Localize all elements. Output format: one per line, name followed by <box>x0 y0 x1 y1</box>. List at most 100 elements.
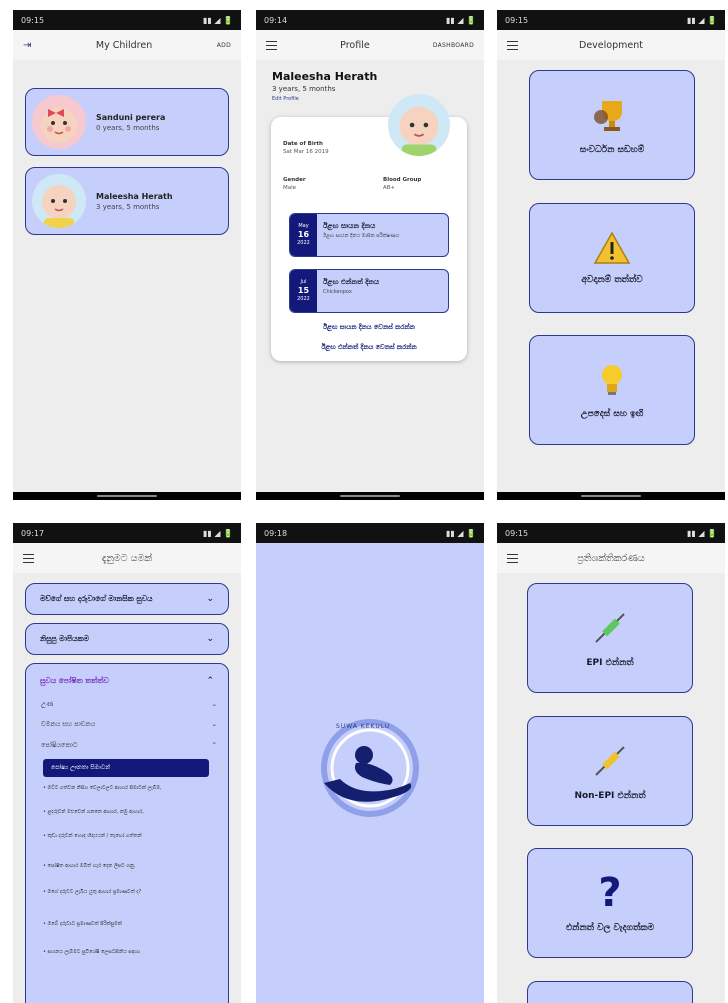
status-time: 09:18 <box>264 528 288 538</box>
tile-label: උපදෙස් සහ ඉඟි <box>580 409 644 419</box>
warning-icon <box>593 231 631 264</box>
baby-boy-icon <box>42 185 76 228</box>
screen-my-children: 09:15 ▮▮ ◢ 🔋 ⇥ My Children ADD Sanduni p… <box>13 10 241 500</box>
child-card[interactable]: Sanduni perera 0 years, 5 months <box>25 88 229 156</box>
child-name: Sanduni perera <box>96 112 166 122</box>
chevron-down-icon: ⌄ <box>206 594 214 604</box>
dob-label: Date of Birth <box>283 141 323 147</box>
app-bar: දැනුමට යමක් <box>13 543 241 573</box>
blood-value: AB+ <box>383 185 396 191</box>
avatar <box>388 94 450 156</box>
baby-girl-icon <box>41 107 77 143</box>
profile-card: Date of Birth Sat Mar 16 2019 Gender Mal… <box>271 117 467 361</box>
gender-value: Male <box>283 185 297 191</box>
menu-icon[interactable] <box>266 40 277 50</box>
profile-name: Maleesha Herath <box>272 70 378 83</box>
menu-icon[interactable] <box>23 553 34 563</box>
page-title: Development <box>579 39 643 51</box>
tip-text: • මව්ට ගත්වන නිසිග වෙලාවලට ආහාර සීමාවක් … <box>43 785 162 791</box>
accordion-mental-health[interactable]: මව්ගේ සහ දරුවාගේ මානසික සුවය ⌄ <box>25 583 229 615</box>
edit-profile-link[interactable]: Edit Profile <box>272 96 299 102</box>
avatar <box>32 174 86 228</box>
tile-label: සංවර්ධන සඩහම් <box>579 145 645 155</box>
gender-label: Gender <box>283 177 306 183</box>
status-bar: 09:17 ▮▮ ◢ 🔋 <box>13 523 241 543</box>
event-subtitle: Chickenpox <box>323 289 352 295</box>
page-title: ප්‍රතිශක්තිකරණය <box>577 552 645 564</box>
chevron-down-icon: ⌄ <box>211 720 217 728</box>
app-bar: ⇥ My Children ADD <box>13 30 241 60</box>
tile-label: Non-EPI එන්නත් <box>574 791 646 801</box>
baby-boy-icon <box>399 106 439 156</box>
syringe-yellow-icon <box>595 746 625 776</box>
highlight-banner: පෝෂ්‍ය ඌනතා සිමාවන් <box>43 759 209 777</box>
change-clinic-date-link[interactable]: ඊළඟ සායන දිනය වෙනස් කරන්න <box>271 323 467 332</box>
chevron-down-icon: ⌄ <box>206 634 214 644</box>
subitem-nutrition[interactable]: පෝෂියකොට ⌃ <box>41 741 217 750</box>
profile-age: 3 years, 5 months <box>272 85 336 93</box>
menu-icon[interactable] <box>507 553 518 563</box>
status-bar: 09:15 ▮▮ ◢ 🔋 <box>497 10 725 30</box>
accordion-parenting[interactable]: නිසුපු මාපියකම ⌄ <box>25 623 229 655</box>
tip-text: • පෝෂිත ආහාර ඔබිත් හැර දෙන ලිපට ගනු, <box>43 863 136 869</box>
dob-value: Sat Mar 16 2019 <box>283 149 329 155</box>
vaccine-importance-tile[interactable]: ? එන්නත් වල වැදගත්කම <box>527 848 693 958</box>
chevron-up-icon: ⌃ <box>211 741 217 749</box>
child-age: 3 years, 5 months <box>96 202 160 211</box>
screen-profile: 09:14 ▮▮ ◢ 🔋 Profile DASHBOARD Maleesha … <box>256 10 484 500</box>
vaccine-date-card[interactable]: Jul 15 2022 ඊළඟ එන්නත් දිනය Chickenpox <box>289 269 449 313</box>
status-bar: 09:14 ▮▮ ◢ 🔋 <box>256 10 484 30</box>
status-time: 09:15 <box>505 528 529 538</box>
chevron-down-icon: ⌄ <box>211 700 217 708</box>
screen-development: 09:15 ▮▮ ◢ 🔋 Development සංවර්ධන සඩහම් අ… <box>497 10 725 500</box>
change-vaccine-date-link[interactable]: ඊළඟ එන්නත් දිනය වෙනස් කරන්න <box>271 343 467 352</box>
bulb-icon <box>602 365 622 395</box>
trophy-icon <box>594 101 622 131</box>
nav-bar <box>13 492 241 500</box>
milestones-tile[interactable]: සංවර්ධන සඩහම් <box>529 70 695 180</box>
app-bar: Profile DASHBOARD <box>256 30 484 60</box>
epi-vaccines-tile[interactable]: EPI එන්නත් <box>527 583 693 693</box>
child-card[interactable]: Maleesha Herath 3 years, 5 months <box>25 167 229 235</box>
screen-immunization: 09:15 ▮▮ ◢ 🔋 ප්‍රතිශක්තිකරණය EPI එන්නත් … <box>497 523 725 1003</box>
dashboard-button[interactable]: DASHBOARD <box>433 42 474 49</box>
child-age: 0 years, 5 months <box>96 123 160 132</box>
event-title: ඊළඟ සායන දිනය <box>323 222 376 230</box>
event-subtitle: ඊළඟ සායන දිනය මාසික පරීක්ෂණය <box>323 233 400 239</box>
question-icon: ? <box>598 870 622 916</box>
status-bar: 09:18 ▮▮ ◢ 🔋 <box>256 523 484 543</box>
accordion-header[interactable]: සුවය පෝෂිත තත්ත්ව ⌃ <box>26 664 228 698</box>
tip-text: • ළදරුවන් ඔළුවෙන් ගනනෙ ආහාර, නමු ආහාර, <box>43 809 144 815</box>
logout-icon[interactable]: ⇥ <box>23 40 31 51</box>
event-title: ඊළඟ එන්නත් දිනය <box>323 278 380 286</box>
subitem-fever[interactable]: උණ ⌄ <box>41 700 217 709</box>
tile-label: එන්නත් වල වැදගත්කම <box>565 923 655 933</box>
partial-tile[interactable] <box>527 981 693 1003</box>
logo-text: SUWA KEKULU <box>336 723 391 730</box>
screen-knowledge: 09:17 ▮▮ ◢ 🔋 දැනුමට යමක් මව්ගේ සහ දරුවාග… <box>13 523 241 1003</box>
avatar <box>32 95 86 149</box>
syringe-green-icon <box>595 613 625 643</box>
clinic-date-card[interactable]: May 16 2022 ඊළඟ සායන දිනය ඊළඟ සායන දිනය … <box>289 213 449 257</box>
page-title: My Children <box>95 39 153 51</box>
child-name: Maleesha Herath <box>96 191 173 201</box>
status-bar: 09:15 ▮▮ ◢ 🔋 <box>13 10 241 30</box>
app-bar: Development <box>497 30 725 60</box>
subitem-vomiting[interactable]: වමනය සහ පාචනය ⌄ <box>41 720 217 729</box>
page-title: දැනුමට යමක් <box>102 552 152 564</box>
tile-label: EPI එන්නත් <box>586 658 634 668</box>
status-time: 09:14 <box>264 15 288 25</box>
tips-tile[interactable]: උපදෙස් සහ ඉඟි <box>529 335 695 445</box>
tip-text: • කුඩා දරුවන් හොඳ හිඳයයන් / තැහෝ ගත්තන් <box>43 833 142 839</box>
non-epi-vaccines-tile[interactable]: Non-EPI එන්නත් <box>527 716 693 826</box>
tip-text: • සහනය ලැබීමට සුවිශේෂී ලෙසටසිනිය සඳහා <box>43 949 140 955</box>
blood-label: Blood Group <box>383 177 422 183</box>
event-date: May 16 2022 <box>290 214 317 256</box>
status-time: 09:15 <box>21 15 45 25</box>
risk-tile[interactable]: අවදානම් තත්ත්ව <box>529 203 695 313</box>
event-date: Jul 15 2022 <box>290 270 317 312</box>
tile-label: අවදානම් තත්ත්ව <box>581 275 643 285</box>
add-button[interactable]: ADD <box>217 42 231 49</box>
menu-icon[interactable] <box>507 40 518 50</box>
page-title: Profile <box>340 39 370 51</box>
